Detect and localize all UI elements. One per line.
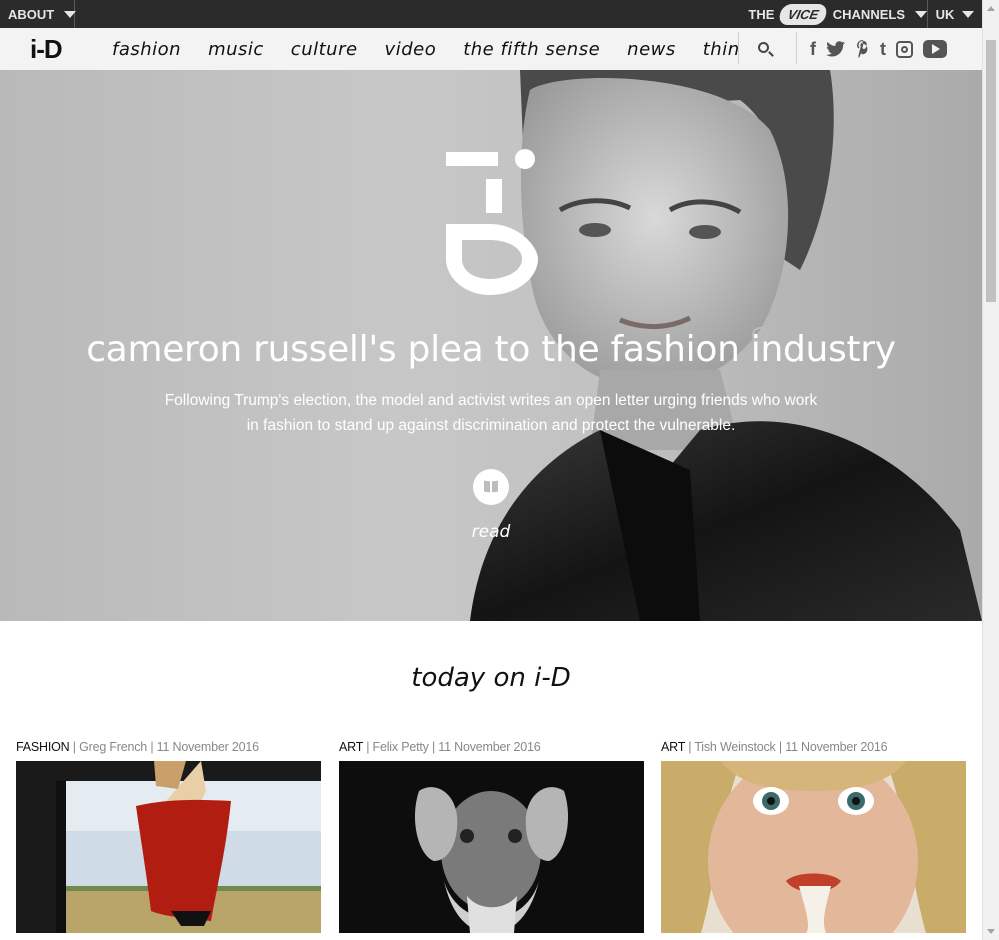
today-heading: today on i-D	[411, 663, 571, 693]
scroll-down-icon[interactable]	[987, 929, 995, 934]
scroll-thumb[interactable]	[986, 40, 996, 302]
card-author[interactable]: Felix Petty	[373, 740, 429, 754]
card-author[interactable]: Tish Weinstock	[694, 740, 775, 754]
read-label[interactable]: read	[460, 522, 522, 542]
scroll-up-icon[interactable]	[987, 6, 995, 11]
search-icon[interactable]	[756, 40, 776, 60]
article-card[interactable]: ART | Felix Petty | 11 November 2016	[339, 740, 644, 933]
social-links: f t	[810, 34, 947, 64]
youtube-icon[interactable]	[923, 40, 947, 58]
site-logo[interactable]: i-D	[30, 36, 63, 62]
i-d-logo-icon	[446, 149, 538, 295]
article-card[interactable]: ART | Tish Weinstock | 11 November 2016	[661, 740, 966, 933]
book-icon	[484, 481, 498, 492]
region-label: UK	[935, 6, 955, 22]
channels-prefix: THE	[748, 6, 775, 22]
tumblr-icon[interactable]: t	[880, 39, 886, 59]
nav-link-fashion[interactable]: fashion	[112, 39, 181, 60]
nav-link-music[interactable]: music	[208, 39, 264, 60]
card-date: 11 November 2016	[156, 740, 259, 754]
chevron-down-icon	[915, 10, 927, 18]
vice-channels-menu[interactable]: THE VICE CHANNELS	[748, 0, 927, 28]
nav-link-video[interactable]: video	[385, 39, 437, 60]
page-scrollbar[interactable]	[982, 0, 999, 940]
card-date: 11 November 2016	[785, 740, 888, 754]
card-image[interactable]	[339, 761, 644, 933]
card-category[interactable]: ART	[339, 740, 363, 754]
nav-link-news[interactable]: news	[627, 39, 676, 60]
nav-link-think-pie[interactable]: think pie	[703, 39, 738, 60]
main-nav: i-D fashion music culture video the fift…	[0, 28, 982, 70]
card-meta: FASHION | Greg French | 11 November 2016	[16, 740, 259, 754]
twitter-icon[interactable]	[826, 40, 846, 58]
about-label: ABOUT	[8, 6, 55, 22]
hero-title[interactable]: cameron russell's plea to the fashion in…	[0, 329, 982, 370]
about-menu[interactable]: ABOUT	[0, 0, 77, 28]
card-image[interactable]	[661, 761, 966, 933]
pinterest-icon[interactable]	[856, 40, 870, 58]
utility-bar: ABOUT THE VICE CHANNELS UK	[0, 0, 999, 28]
channels-suffix: CHANNELS	[832, 6, 905, 22]
card-meta: ART | Tish Weinstock | 11 November 2016	[661, 740, 888, 754]
instagram-icon[interactable]	[896, 40, 913, 58]
card-image[interactable]	[16, 761, 321, 933]
nav-link-the-fifth-sense[interactable]: the fifth sense	[463, 39, 600, 60]
chevron-down-icon	[962, 10, 975, 18]
card-author[interactable]: Greg French	[79, 740, 147, 754]
card-category[interactable]: FASHION	[16, 740, 70, 754]
article-card[interactable]: FASHION | Greg French | 11 November 2016	[16, 740, 321, 933]
hero-feature[interactable]: cameron russell's plea to the fashion in…	[0, 70, 982, 621]
nav-link-culture[interactable]: culture	[291, 39, 358, 60]
card-category[interactable]: ART	[661, 740, 685, 754]
card-meta: ART | Felix Petty | 11 November 2016	[339, 740, 541, 754]
nav-divider	[738, 32, 739, 64]
card-date: 11 November 2016	[438, 740, 541, 754]
vice-logo: VICE	[778, 3, 829, 25]
read-button[interactable]	[473, 469, 509, 505]
nav-links: fashion music culture video the fifth se…	[112, 28, 738, 70]
chevron-down-icon	[64, 10, 77, 18]
region-selector[interactable]: UK	[927, 0, 982, 28]
hero-description: Following Trump's election, the model an…	[164, 392, 818, 434]
nav-divider	[796, 32, 797, 64]
facebook-icon[interactable]: f	[810, 39, 816, 59]
